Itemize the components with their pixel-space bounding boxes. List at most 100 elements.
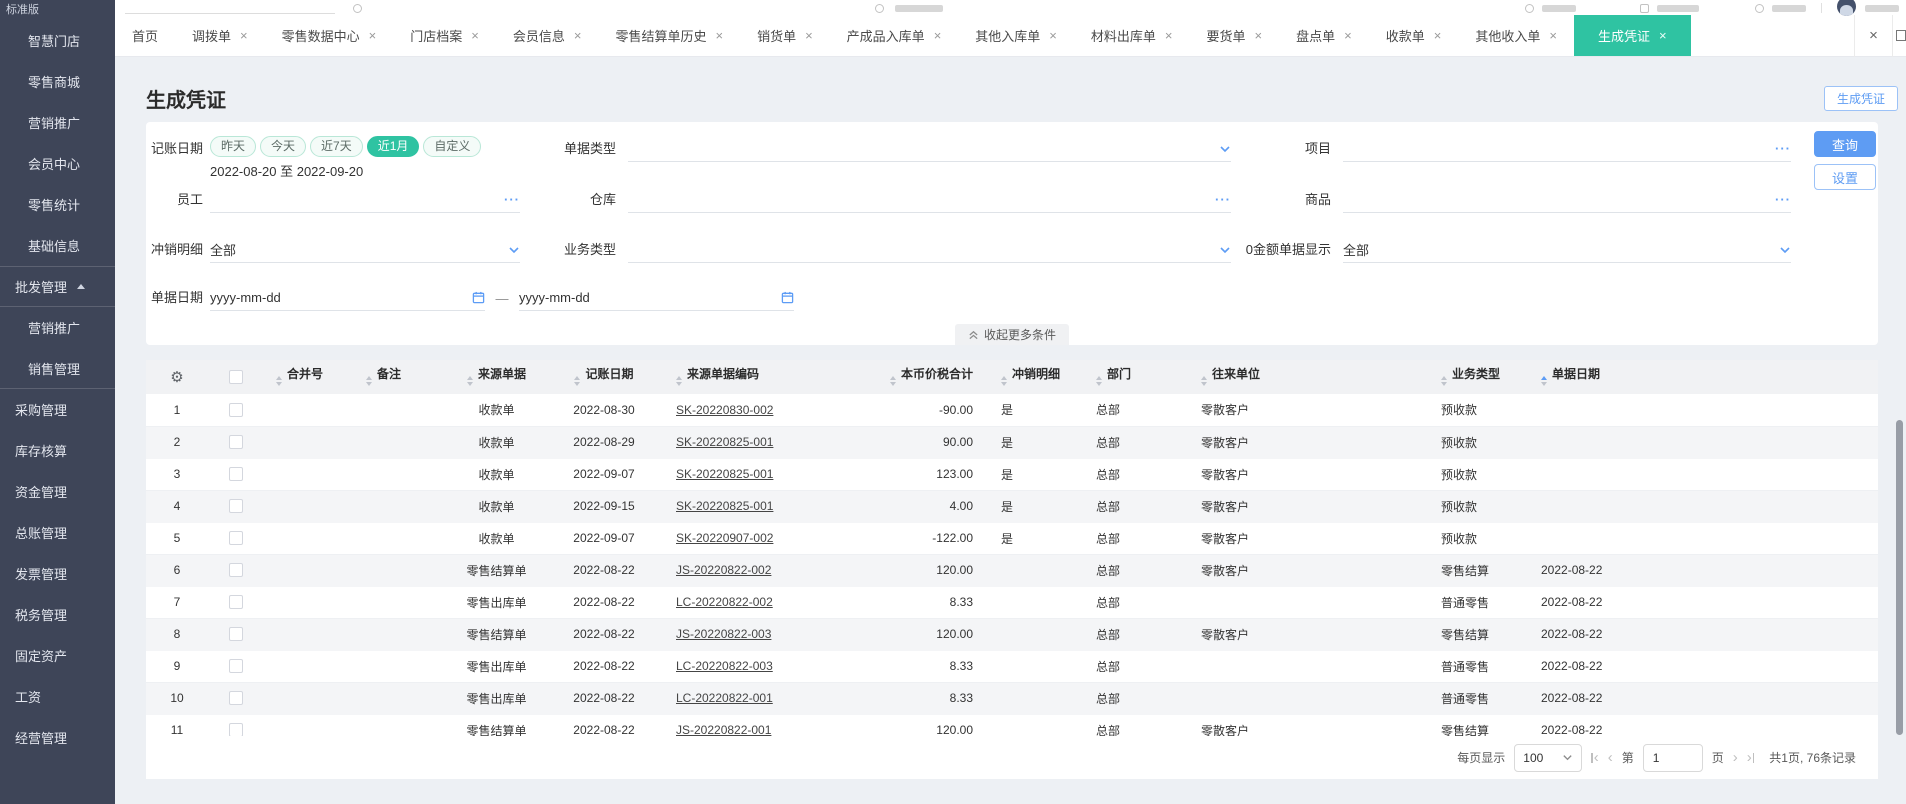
date-preset-pill[interactable]: 近7天 — [310, 136, 363, 157]
column-header-merge-no[interactable]: 合并号 — [264, 360, 354, 394]
source-doc-code-link[interactable]: SK-20220825-001 — [676, 467, 773, 481]
tab-close-icon[interactable]: × — [1049, 29, 1057, 42]
tab-close-icon[interactable]: × — [1165, 29, 1173, 42]
column-header-partner[interactable]: 往来单位 — [1189, 360, 1429, 394]
search-button[interactable]: 查询 — [1814, 131, 1876, 157]
tab-retail-settlement-history[interactable]: 零售结算单历史 × — [598, 15, 740, 56]
source-doc-code-link[interactable]: JS-20220822-002 — [676, 563, 771, 577]
date-preset-pill[interactable]: 近1月 — [366, 136, 420, 157]
tab-material-outbound[interactable]: 材料出库单 × — [1074, 15, 1190, 56]
sidebar-item-basic-info[interactable]: 基础信息 — [0, 225, 115, 266]
last-page-button[interactable]: › — [1747, 749, 1755, 766]
row-checkbox[interactable] — [229, 531, 243, 546]
tab-close-icon[interactable]: × — [805, 29, 813, 42]
tab-member-info[interactable]: 会员信息 × — [496, 15, 599, 56]
sidebar-item-fixed-assets[interactable]: 固定资产 — [0, 635, 115, 676]
tab-goods-request[interactable]: 要货单 × — [1190, 15, 1280, 56]
avatar[interactable] — [1837, 0, 1856, 16]
row-checkbox[interactable] — [229, 563, 243, 578]
sidebar-item-marketing-promo[interactable]: 营销推广 — [0, 307, 115, 348]
sort-icon[interactable] — [1441, 373, 1447, 389]
employee-input[interactable]: ··· — [210, 187, 520, 213]
column-settings-gear-icon[interactable]: ⚙ — [170, 369, 183, 386]
next-page-button[interactable]: › — [1733, 749, 1738, 766]
project-input[interactable]: ··· — [1343, 136, 1791, 162]
source-doc-code-link[interactable]: JS-20220822-001 — [676, 723, 771, 736]
column-header-note[interactable]: 备注 — [354, 360, 449, 394]
sort-icon[interactable] — [466, 373, 473, 389]
source-doc-code-link[interactable]: SK-20220825-001 — [676, 435, 773, 449]
per-page-select[interactable]: 100 — [1514, 743, 1583, 772]
sidebar-item-general-ledger[interactable]: 总账管理 — [0, 512, 115, 553]
tab-close-icon[interactable]: × — [1434, 29, 1442, 42]
tab-close-icon[interactable]: × — [471, 29, 479, 42]
ellipsis-picker-icon[interactable]: ··· — [1775, 141, 1791, 156]
collapse-filters-button[interactable]: 收起更多条件 — [954, 324, 1070, 345]
row-checkbox[interactable] — [229, 659, 243, 674]
sidebar-item-retail-stats[interactable]: 零售统计 — [0, 184, 115, 225]
tab-close-icon[interactable]: × — [240, 29, 248, 42]
source-doc-code-link[interactable]: LC-20220822-001 — [676, 691, 773, 705]
support-icon[interactable] — [1755, 4, 1764, 13]
doc-date-start-input[interactable]: yyyy-mm-dd — [210, 285, 485, 311]
sidebar-item-inventory-accounting[interactable]: 库存核算 — [0, 430, 115, 471]
tab-close-icon[interactable]: × — [369, 29, 377, 42]
tab-home[interactable]: 首页 — [115, 15, 175, 56]
source-doc-code-link[interactable]: JS-20220822-003 — [676, 627, 771, 641]
source-doc-code-link[interactable]: LC-20220822-002 — [676, 595, 773, 609]
column-header-total-amount[interactable]: 本币价税合计 — [799, 360, 989, 394]
sidebar-item-purchase-mgmt[interactable]: 采购管理 — [0, 389, 115, 430]
close-all-tabs-button[interactable]: × — [1854, 14, 1892, 57]
tab-close-icon[interactable]: × — [574, 29, 582, 42]
business-type-select[interactable] — [628, 237, 1231, 263]
generate-voucher-button[interactable]: 生成凭证 — [1823, 86, 1898, 111]
sort-icon[interactable] — [366, 373, 372, 389]
sidebar-item-member-center[interactable]: 会员中心 — [0, 143, 115, 184]
sort-icon[interactable] — [676, 373, 682, 389]
sidebar-item-marketing[interactable]: 营销推广 — [0, 102, 115, 143]
sort-icon[interactable] — [1541, 373, 1547, 389]
sidebar-item-payroll[interactable]: 工资 — [0, 676, 115, 717]
doc-date-end-input[interactable]: yyyy-mm-dd — [519, 285, 794, 311]
sidebar-item-wholesale-mgmt[interactable]: 批发管理 — [0, 266, 115, 307]
source-doc-code-link[interactable]: LC-20220822-003 — [676, 659, 773, 673]
doc-type-select[interactable] — [628, 136, 1231, 162]
sort-icon[interactable] — [276, 373, 282, 389]
ellipsis-picker-icon[interactable]: ··· — [1775, 192, 1791, 207]
writeoff-detail-select[interactable]: 全部 — [210, 237, 520, 263]
tab-store-archives[interactable]: 门店档案 × — [393, 15, 496, 56]
tab-transfer-order[interactable]: 调拨单 × — [175, 15, 265, 56]
sort-icon[interactable] — [1201, 373, 1207, 389]
row-checkbox[interactable] — [229, 499, 243, 514]
select-all-checkbox[interactable] — [229, 370, 243, 385]
sidebar-item-invoice-mgmt[interactable]: 发票管理 — [0, 553, 115, 594]
tab-retail-data-center[interactable]: 零售数据中心 × — [265, 15, 394, 56]
source-doc-code-link[interactable]: SK-20220830-002 — [676, 403, 773, 417]
tab-generate-voucher[interactable]: 生成凭证 × — [1573, 15, 1691, 56]
sort-icon[interactable] — [1001, 373, 1007, 389]
warehouse-input[interactable]: ··· — [628, 187, 1231, 213]
tab-other-inbound[interactable]: 其他入库单 × — [958, 15, 1074, 56]
tab-close-icon[interactable]: × — [715, 29, 723, 42]
date-preset-pill[interactable]: 今天 — [260, 136, 307, 157]
settings-button[interactable]: 设置 — [1814, 164, 1876, 190]
topbar-icon[interactable] — [353, 4, 362, 13]
tab-stocktaking[interactable]: 盘点单 × — [1279, 15, 1369, 56]
tab-close-icon[interactable]: × — [1255, 29, 1263, 42]
page-number-input[interactable]: 1 — [1642, 743, 1703, 772]
row-checkbox[interactable] — [229, 595, 243, 610]
topbar-search-input[interactable] — [125, 13, 335, 14]
source-doc-code-link[interactable]: SK-20220825-001 — [676, 499, 773, 513]
prev-page-button[interactable]: ‹ — [1608, 749, 1613, 766]
column-header-source-doc-code[interactable]: 来源单据编码 — [664, 360, 799, 394]
fullscreen-icon[interactable] — [1892, 14, 1906, 57]
sidebar-item-tax-mgmt[interactable]: 税务管理 — [0, 594, 115, 635]
app-download-icon[interactable] — [1640, 4, 1649, 13]
sort-icon[interactable] — [574, 373, 581, 389]
zero-amount-select[interactable]: 全部 — [1343, 237, 1791, 263]
tab-finished-goods-inbound[interactable]: 产成品入库单 × — [830, 15, 959, 56]
tab-close-icon[interactable]: × — [1549, 29, 1557, 42]
row-checkbox[interactable] — [229, 435, 243, 450]
first-page-button[interactable]: ‹ — [1591, 749, 1599, 766]
column-header-business-type[interactable]: 业务类型 — [1429, 360, 1529, 394]
